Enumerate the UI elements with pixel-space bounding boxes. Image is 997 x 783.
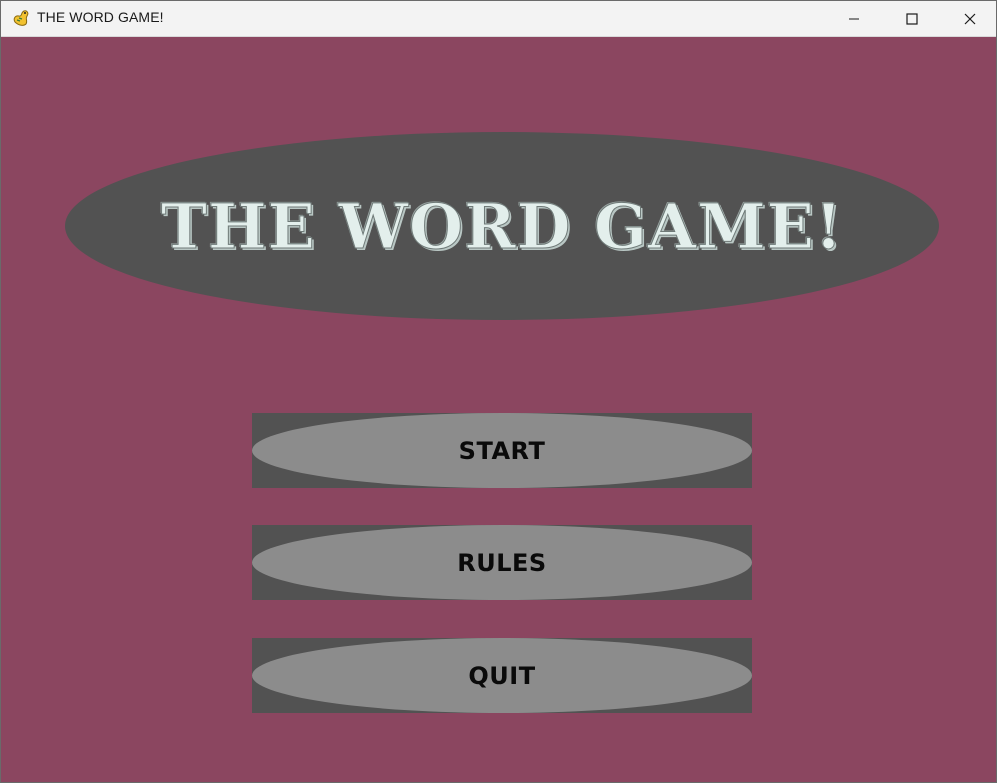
maximize-button[interactable] xyxy=(889,1,935,36)
quit-button[interactable]: QUIT xyxy=(252,638,752,713)
start-button[interactable]: START xyxy=(252,413,752,488)
rules-button[interactable]: RULES xyxy=(252,525,752,600)
close-icon xyxy=(964,13,976,25)
minimize-icon xyxy=(848,13,860,25)
pygame-snake-icon xyxy=(11,8,31,28)
title-bar[interactable]: THE WORD GAME! xyxy=(1,1,996,37)
close-button[interactable] xyxy=(947,1,993,36)
quit-button-label: QUIT xyxy=(468,661,536,690)
game-title: THE WORD GAME! xyxy=(160,189,844,263)
window-title: THE WORD GAME! xyxy=(37,9,164,25)
maximize-icon xyxy=(906,12,918,25)
rules-button-label: RULES xyxy=(457,548,547,577)
game-window: THE WORD GAME! THE WORD GAME! START RULE… xyxy=(0,0,997,783)
start-button-label: START xyxy=(458,436,546,465)
minimize-button[interactable] xyxy=(831,1,877,36)
